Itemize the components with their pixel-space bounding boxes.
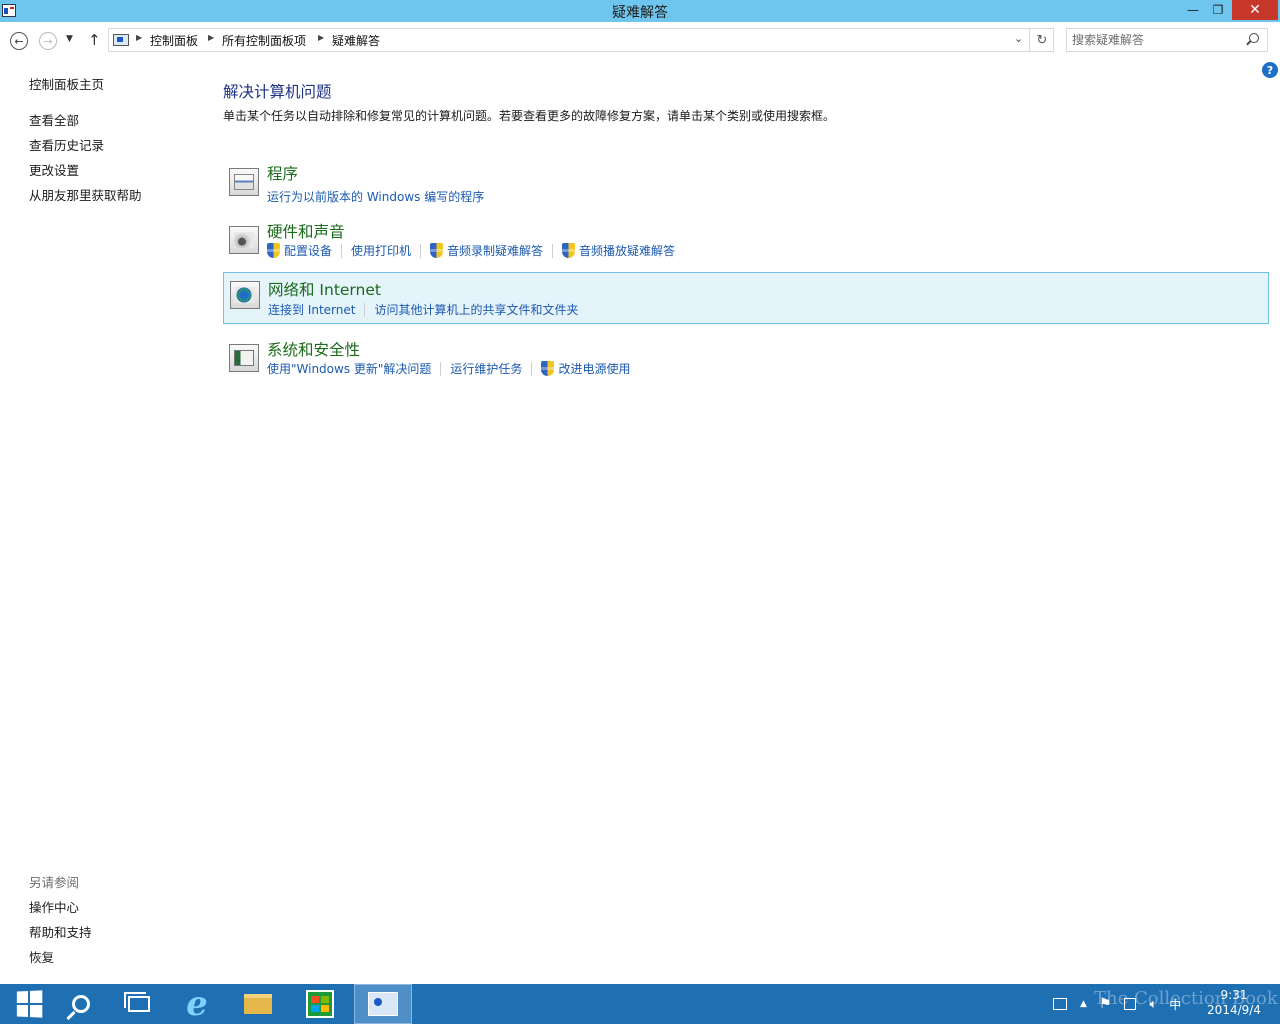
see-also-heading: 另请参阅 bbox=[29, 875, 80, 890]
audio-recording-link[interactable]: 音频录制疑难解答 bbox=[430, 242, 543, 259]
back-button[interactable]: ← bbox=[10, 32, 28, 50]
show-hidden-icons-chevron-up-icon[interactable]: ▲ bbox=[1080, 999, 1087, 1009]
category-links-hardware-sound: 配置设备 使用打印机 音频录制疑难解答 音频播放疑难解答 bbox=[267, 242, 675, 259]
shared-folders-link[interactable]: 访问其他计算机上的共享文件和文件夹 bbox=[374, 301, 578, 318]
page-title: 解决计算机问题 bbox=[223, 83, 332, 101]
address-bar[interactable]: ▶ 控制面板 ▶ 所有控制面板项 ▶ 疑难解答 ⌄ ↻ bbox=[108, 28, 1054, 52]
category-title-network-internet[interactable]: 网络和 Internet bbox=[268, 278, 381, 300]
change-settings-link[interactable]: 更改设置 bbox=[29, 160, 79, 179]
category-hardware-sound: 硬件和声音 配置设备 使用打印机 音频录制疑难解答 音频播放疑难解答 bbox=[223, 218, 1269, 270]
get-help-from-friend-link[interactable]: 从朋友那里获取帮助 bbox=[29, 185, 142, 204]
category-links-system-security: 使用"Windows 更新"解决问题 运行维护任务 改进电源使用 bbox=[267, 360, 630, 377]
uac-shield-icon bbox=[541, 361, 555, 376]
category-network-internet: 网络和 Internet 连接到 Internet 访问其他计算机上的共享文件和… bbox=[223, 272, 1269, 324]
file-explorer-button[interactable] bbox=[229, 984, 287, 1024]
forward-button[interactable]: → bbox=[39, 32, 57, 50]
store-icon bbox=[306, 990, 334, 1018]
power-usage-label: 改进电源使用 bbox=[558, 362, 631, 376]
category-programs: 程序 运行为以前版本的 Windows 编写的程序 bbox=[223, 160, 1269, 212]
task-view-button[interactable] bbox=[110, 984, 168, 1024]
watermark-text: The Collection Book bbox=[1094, 988, 1278, 1009]
hardware-sound-icon[interactable] bbox=[229, 226, 259, 254]
category-system-security: 系统和安全性 使用"Windows 更新"解决问题 运行维护任务 改进电源使用 bbox=[223, 336, 1269, 388]
page-description: 单击某个任务以自动排除和修复常见的计算机问题。若要查看更多的故障修复方案，请单击… bbox=[223, 109, 836, 123]
connect-internet-link[interactable]: 连接到 Internet bbox=[268, 301, 355, 318]
link-divider bbox=[440, 361, 442, 376]
recent-locations-chevron-down-icon[interactable]: ▼ bbox=[66, 34, 73, 44]
maintenance-tasks-link[interactable]: 运行维护任务 bbox=[450, 360, 522, 377]
control-panel-taskbar-button[interactable] bbox=[354, 984, 412, 1024]
internet-explorer-button[interactable]: e bbox=[168, 984, 226, 1024]
link-divider bbox=[552, 243, 554, 258]
programs-icon[interactable] bbox=[229, 168, 259, 196]
control-panel-home-link[interactable]: 控制面板主页 bbox=[29, 74, 104, 93]
minimize-button[interactable]: — bbox=[1180, 0, 1206, 20]
control-panel-location-icon bbox=[113, 34, 129, 46]
power-usage-link[interactable]: 改进电源使用 bbox=[541, 360, 630, 377]
refresh-icon[interactable]: ↻ bbox=[1029, 29, 1054, 51]
breadcrumb-control-panel[interactable]: 控制面板 bbox=[150, 32, 198, 49]
network-internet-icon[interactable] bbox=[230, 281, 260, 309]
windows-update-troubleshoot-link[interactable]: 使用"Windows 更新"解决问题 bbox=[267, 360, 431, 377]
address-dropdown-chevron-down-icon[interactable]: ⌄ bbox=[1014, 32, 1023, 45]
store-button[interactable] bbox=[291, 984, 349, 1024]
window-title: 疑难解答 bbox=[612, 5, 668, 21]
breadcrumb-separator-icon[interactable]: ▶ bbox=[208, 33, 214, 42]
breadcrumb-separator-icon[interactable]: ▶ bbox=[318, 33, 324, 42]
action-center-link[interactable]: 操作中心 bbox=[29, 897, 79, 916]
configure-device-link[interactable]: 配置设备 bbox=[267, 242, 332, 259]
category-title-hardware-sound[interactable]: 硬件和声音 bbox=[267, 220, 345, 242]
start-button[interactable] bbox=[0, 984, 58, 1024]
uac-shield-icon bbox=[267, 243, 280, 258]
view-all-link[interactable]: 查看全部 bbox=[29, 110, 79, 129]
view-history-link[interactable]: 查看历史记录 bbox=[29, 135, 104, 154]
internet-explorer-icon: e bbox=[186, 984, 208, 1024]
file-explorer-icon bbox=[244, 994, 272, 1014]
category-title-system-security[interactable]: 系统和安全性 bbox=[267, 338, 360, 360]
link-divider bbox=[531, 361, 533, 376]
address-row: ← → ▼ ↑ ▶ 控制面板 ▶ 所有控制面板项 ▶ 疑难解答 ⌄ ↻ bbox=[0, 22, 1280, 58]
audio-recording-label: 音频录制疑难解答 bbox=[447, 244, 544, 258]
keyboard-icon[interactable] bbox=[1053, 998, 1067, 1010]
uac-shield-icon bbox=[430, 243, 444, 258]
system-security-icon[interactable] bbox=[229, 344, 259, 372]
category-links-network-internet: 连接到 Internet 访问其他计算机上的共享文件和文件夹 bbox=[268, 301, 578, 318]
help-icon[interactable]: ? bbox=[1262, 62, 1278, 78]
search-icon[interactable] bbox=[1249, 33, 1259, 43]
recovery-link[interactable]: 恢复 bbox=[29, 947, 54, 966]
configure-device-label: 配置设备 bbox=[284, 244, 333, 258]
taskbar: e ▲ ⚑ 🔈︎ 中 9:31 2014/9/4 bbox=[0, 984, 1280, 1024]
restore-button[interactable]: ❐ bbox=[1205, 0, 1231, 20]
search-box[interactable] bbox=[1066, 28, 1268, 52]
task-view-icon bbox=[124, 992, 150, 1012]
uac-shield-icon bbox=[562, 243, 576, 258]
up-arrow-icon[interactable]: ↑ bbox=[88, 31, 101, 49]
breadcrumb-separator-icon[interactable]: ▶ bbox=[136, 33, 142, 42]
category-links-programs: 运行为以前版本的 Windows 编写的程序 bbox=[267, 188, 484, 205]
audio-playback-link[interactable]: 音频播放疑难解答 bbox=[562, 242, 675, 259]
link-divider bbox=[420, 243, 422, 258]
audio-playback-label: 音频播放疑难解答 bbox=[579, 244, 676, 258]
search-icon bbox=[72, 995, 90, 1013]
use-printer-link[interactable]: 使用打印机 bbox=[351, 242, 411, 259]
breadcrumb-troubleshooting[interactable]: 疑难解答 bbox=[332, 32, 380, 49]
help-and-support-link[interactable]: 帮助和支持 bbox=[29, 922, 92, 941]
search-input[interactable] bbox=[1072, 30, 1242, 50]
control-panel-icon bbox=[368, 992, 398, 1016]
run-legacy-programs-link[interactable]: 运行为以前版本的 Windows 编写的程序 bbox=[267, 188, 484, 205]
category-title-programs[interactable]: 程序 bbox=[267, 162, 298, 184]
close-button[interactable]: ✕ bbox=[1232, 0, 1278, 20]
taskbar-search-button[interactable] bbox=[52, 984, 110, 1024]
breadcrumb-all-items[interactable]: 所有控制面板项 bbox=[222, 32, 306, 49]
title-bar: 疑难解答 — ❐ ✕ bbox=[0, 0, 1280, 22]
link-divider bbox=[341, 243, 343, 258]
link-divider bbox=[364, 302, 366, 317]
start-icon bbox=[16, 990, 43, 1018]
